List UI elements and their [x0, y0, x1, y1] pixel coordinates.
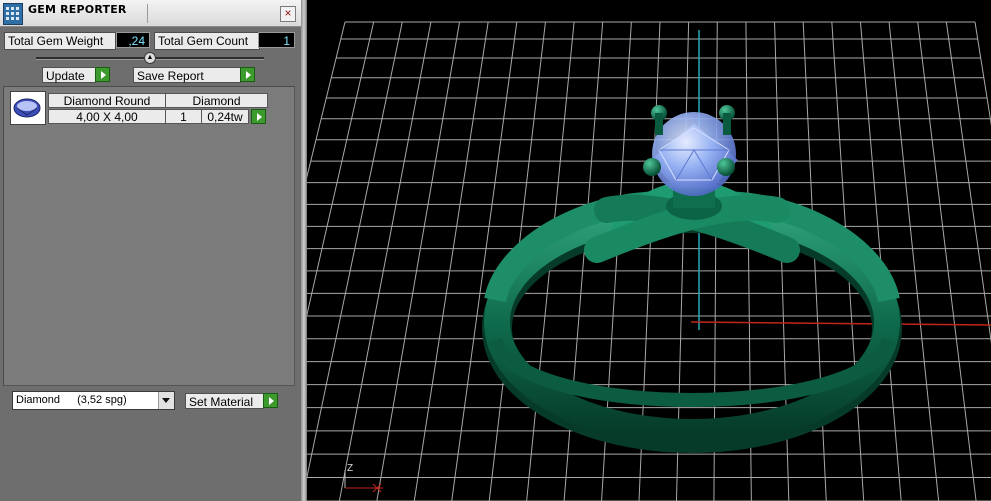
material-select-value: Diamond [16, 394, 61, 406]
material-select[interactable]: Diamond (3,52 spg) [12, 391, 175, 410]
ring-model [482, 180, 902, 453]
total-gem-count-label: Total Gem Count [154, 32, 260, 50]
panel-title: GEM REPORTER [28, 3, 127, 16]
gem-material-header: Diamond [165, 93, 268, 108]
total-gem-weight-label: Total Gem Weight [4, 32, 116, 50]
grid-line [917, 21, 977, 501]
gem-weight-cell: 0,24tw [201, 109, 249, 124]
splitter-knob[interactable]: ▲ [144, 52, 156, 64]
play-icon[interactable] [240, 67, 255, 82]
grid-line [376, 21, 461, 501]
total-gem-count-value: 1 [258, 32, 295, 48]
viewport-scene: Z [307, 21, 991, 501]
gem-count-cell: 1 [165, 109, 202, 124]
gem-thumbnail-icon [10, 91, 46, 125]
dropdown-arrow-icon[interactable] [158, 392, 174, 409]
save-report-button[interactable]: Save Report [133, 67, 241, 83]
3d-viewport[interactable]: Z [307, 0, 991, 501]
app-icon [3, 3, 23, 25]
close-icon[interactable]: × [280, 6, 296, 22]
grid-line [338, 21, 432, 501]
play-icon[interactable] [95, 67, 110, 82]
gem-size-cell: 4,00 X 4,00 [48, 109, 166, 124]
set-material-button[interactable]: Set Material [185, 393, 264, 409]
gem-shape-header: Diamond Round [48, 93, 166, 108]
title-bar[interactable]: GEM REPORTER × [0, 0, 301, 27]
update-button[interactable]: Update [42, 67, 96, 83]
gem-list: Diamond Round Diamond 4,00 X 4,00 1 0,24… [3, 86, 295, 386]
grid-line [945, 21, 991, 344]
x-axis [690, 321, 991, 326]
panel-body: Total Gem Weight ,24 Total Gem Count 1 ▲… [0, 27, 301, 501]
material-select-detail: (3,52 spg) [77, 394, 127, 406]
play-icon[interactable] [251, 109, 266, 124]
title-separator [147, 4, 148, 23]
gem-reporter-panel: GEM REPORTER × Total Gem Weight ,24 Tota… [0, 0, 301, 501]
axis-z-label: Z [347, 463, 353, 474]
grid-line [307, 21, 403, 480]
grid-line [888, 21, 940, 501]
total-gem-weight-value: ,24 [116, 32, 150, 48]
play-icon[interactable] [263, 393, 278, 408]
grid-line [974, 21, 991, 127]
grid-line [307, 21, 346, 179]
grid-line [413, 21, 489, 501]
